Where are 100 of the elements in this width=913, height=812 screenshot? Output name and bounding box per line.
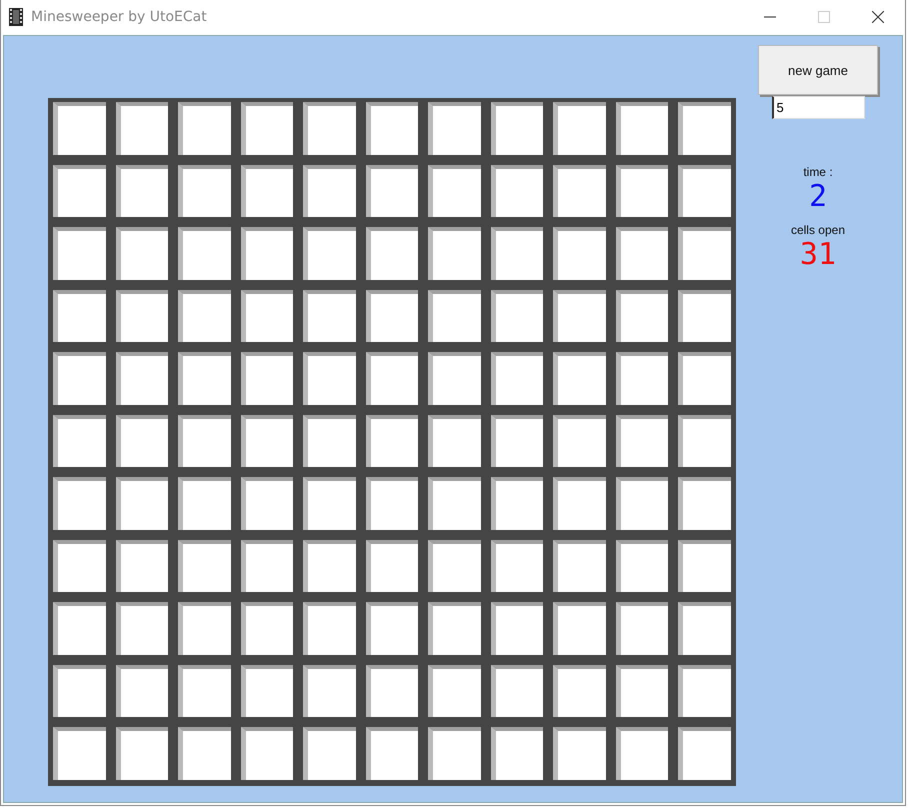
board-cell[interactable] [178,227,231,280]
new-game-button[interactable]: new game [758,45,878,95]
board-cell[interactable] [428,664,481,718]
board-cell[interactable] [428,290,481,342]
board-cell[interactable] [366,602,418,655]
board-cell[interactable] [490,540,544,592]
board-cell[interactable] [240,352,294,405]
board-cell[interactable] [678,540,731,592]
board-cell[interactable] [116,227,168,280]
board-cell[interactable] [178,164,231,218]
board-cell[interactable] [53,164,106,218]
board-cell[interactable] [303,414,356,468]
board-cell[interactable] [366,102,418,155]
board-cell[interactable] [116,602,168,655]
board-cell[interactable] [490,227,544,280]
board-cell[interactable] [116,102,168,155]
board-cell[interactable] [53,602,106,655]
board-cell[interactable] [303,664,356,718]
board-cell[interactable] [490,602,544,655]
board-cell[interactable] [178,664,231,718]
board-cell[interactable] [553,414,606,468]
board-cell[interactable] [428,227,481,280]
board-cell[interactable] [616,477,668,530]
board-cell[interactable] [678,102,731,155]
board-cell[interactable] [303,227,356,280]
board-cell[interactable] [366,164,418,218]
board-cell[interactable] [553,602,606,655]
board-cell[interactable] [240,164,294,218]
board-cell[interactable] [553,227,606,280]
board-cell[interactable] [490,664,544,718]
board-cell[interactable] [116,477,168,530]
board-cell[interactable] [303,102,356,155]
board-cell[interactable] [53,102,106,155]
board-cell[interactable] [53,290,106,342]
board-cell[interactable] [178,727,231,780]
board-cell[interactable] [490,727,544,780]
board-cell[interactable] [490,290,544,342]
board-cell[interactable] [616,164,668,218]
board-cell[interactable] [490,477,544,530]
board-cell[interactable] [428,102,481,155]
board-cell[interactable] [116,540,168,592]
board-cell[interactable] [428,477,481,530]
board-cell[interactable] [178,102,231,155]
board-cell[interactable] [553,664,606,718]
board-cell[interactable] [553,727,606,780]
board-cell[interactable] [240,227,294,280]
board-cell[interactable] [616,352,668,405]
board-cell[interactable] [678,164,731,218]
board-cell[interactable] [178,477,231,530]
board-cell[interactable] [240,664,294,718]
board-cell[interactable] [116,664,168,718]
board-cell[interactable] [366,352,418,405]
board-cell[interactable] [490,102,544,155]
board-cell[interactable] [553,164,606,218]
board-cell[interactable] [240,102,294,155]
board-cell[interactable] [366,414,418,468]
board-cell[interactable] [616,540,668,592]
board-cell[interactable] [553,477,606,530]
board-cell[interactable] [366,290,418,342]
board-cell[interactable] [678,664,731,718]
board-cell[interactable] [303,477,356,530]
board-cell[interactable] [53,540,106,592]
board-cell[interactable] [116,727,168,780]
board-cell[interactable] [490,414,544,468]
input-field[interactable]: 5 [772,96,864,119]
board-cell[interactable] [303,727,356,780]
board-cell[interactable] [53,477,106,530]
board-cell[interactable] [678,290,731,342]
board-cell[interactable] [240,540,294,592]
board-cell[interactable] [303,352,356,405]
board-cell[interactable] [678,414,731,468]
board-cell[interactable] [616,290,668,342]
board-cell[interactable] [553,352,606,405]
board-cell[interactable] [303,290,356,342]
board-cell[interactable] [616,414,668,468]
board-cell[interactable] [366,727,418,780]
board-cell[interactable] [240,727,294,780]
board-cell[interactable] [53,414,106,468]
board-cell[interactable] [616,227,668,280]
board-cell[interactable] [178,352,231,405]
board-cell[interactable] [178,540,231,592]
board-cell[interactable] [366,664,418,718]
board-cell[interactable] [428,602,481,655]
board-cell[interactable] [678,602,731,655]
board-cell[interactable] [428,164,481,218]
board-cell[interactable] [553,290,606,342]
board-cell[interactable] [616,102,668,155]
board-cell[interactable] [553,102,606,155]
board-cell[interactable] [53,727,106,780]
board-cell[interactable] [240,290,294,342]
board-cell[interactable] [428,727,481,780]
board-cell[interactable] [53,664,106,718]
board-cell[interactable] [53,352,106,405]
board-cell[interactable] [366,227,418,280]
board-cell[interactable] [678,352,731,405]
board-cell[interactable] [366,540,418,592]
board-cell[interactable] [116,164,168,218]
board-cell[interactable] [490,352,544,405]
board-cell[interactable] [616,664,668,718]
board-cell[interactable] [490,164,544,218]
